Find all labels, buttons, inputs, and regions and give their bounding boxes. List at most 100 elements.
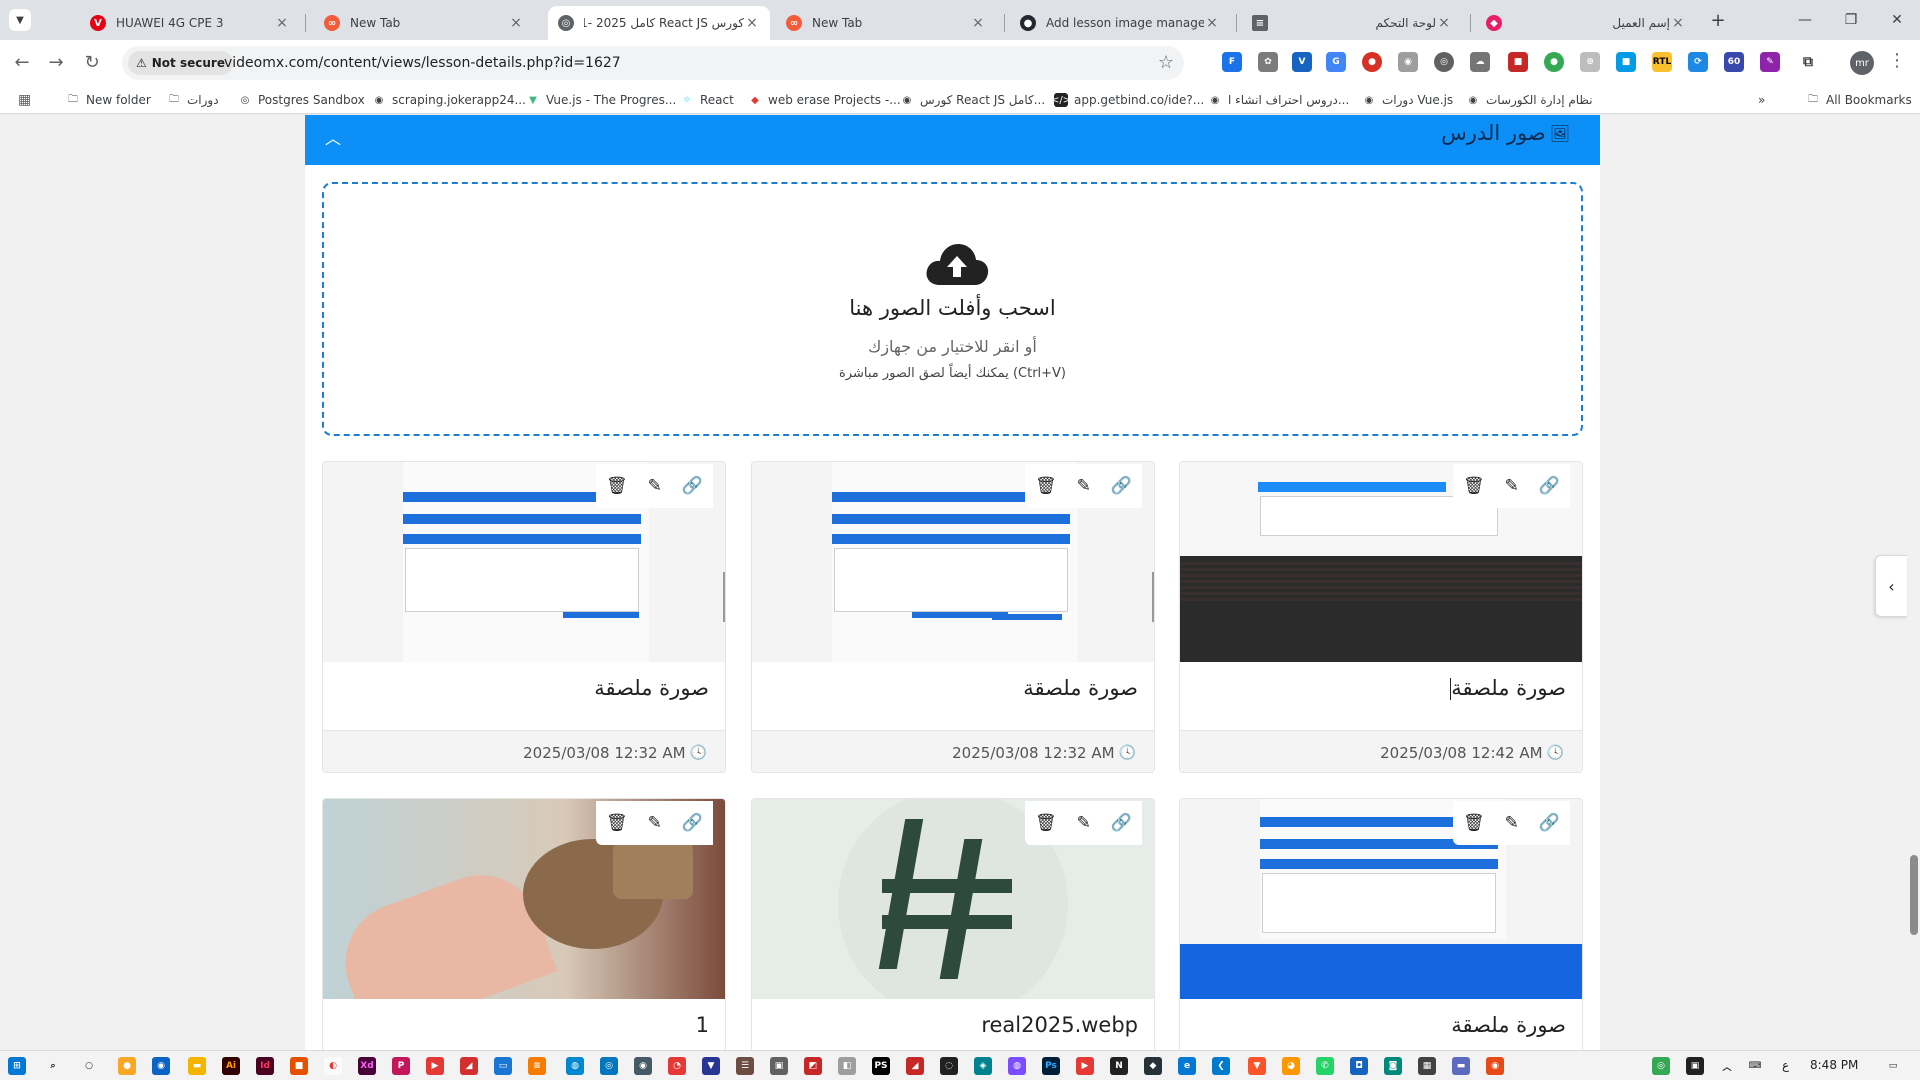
image-name[interactable]: real2025.webp [752, 1013, 1138, 1037]
close-tab-icon[interactable]: × [508, 15, 524, 31]
close-tab-icon[interactable]: × [1204, 15, 1220, 31]
app-icon[interactable]: ■ [290, 1057, 308, 1075]
edit-icon[interactable]: ✎ [1077, 476, 1091, 496]
whatsapp-icon[interactable]: ✆ [1316, 1057, 1334, 1075]
app-icon[interactable]: ◉ [1486, 1057, 1504, 1075]
pen-icon[interactable]: ✎ [1760, 52, 1780, 72]
app-icon[interactable]: ◐ [324, 1057, 342, 1075]
url-text[interactable]: videomx.com/content/views/lesson-details… [224, 55, 621, 71]
youtube-icon[interactable]: ▶ [1076, 1057, 1094, 1075]
avatar[interactable]: mr [1850, 51, 1874, 75]
forward-icon[interactable]: → [42, 49, 70, 77]
trash-icon[interactable]: 🗑 [1035, 476, 1057, 496]
app-icon[interactable]: ◩ [804, 1057, 822, 1075]
extension-icon[interactable]: ⟳ [1688, 52, 1708, 72]
edge-icon[interactable]: e [1178, 1057, 1196, 1075]
trash-icon[interactable]: 🗑 [1463, 476, 1485, 496]
new-tab-button[interactable]: + [1705, 8, 1731, 34]
tab-dashboard[interactable]: ≡ لوحة التحكم × [1242, 6, 1462, 40]
bookmark-vue-courses[interactable]: ◉ دورات Vue.js [1362, 90, 1454, 110]
input-language[interactable]: ع [1782, 1058, 1789, 1072]
bookmark-course-system[interactable]: ◉ نظام إدارة الكورسات [1466, 90, 1593, 110]
folder-icon[interactable]: ▬ [188, 1057, 206, 1075]
link-icon[interactable]: 🔗 [1111, 813, 1132, 833]
close-tab-icon[interactable]: × [274, 15, 290, 31]
image-name[interactable]: صورة ملصقة [323, 676, 709, 700]
app-icon[interactable]: ▣ [1686, 1057, 1704, 1075]
extension-icon[interactable]: ■ [1508, 52, 1528, 72]
app-icon[interactable]: ◉ [634, 1057, 652, 1075]
tab-react-course[interactable]: ◎ كورس React JS كامل 2025 -01 × [548, 6, 770, 40]
rtl-icon[interactable]: RTL [1652, 52, 1672, 72]
close-tab-icon[interactable]: × [1436, 15, 1452, 31]
app-icon[interactable]: ◘ [1350, 1057, 1368, 1075]
link-icon[interactable]: 🔗 [682, 476, 703, 496]
brave-icon[interactable]: ▼ [1248, 1057, 1266, 1075]
bookmark-vuejs[interactable]: ▼ Vue.js - The Progres... [526, 90, 676, 110]
menu-kebab-icon[interactable]: ⋮ [1888, 50, 1906, 71]
app-icon[interactable]: ◍ [566, 1057, 584, 1075]
edit-icon[interactable]: ✎ [1077, 813, 1091, 833]
app-icon[interactable]: ▶ [426, 1057, 444, 1075]
upload-dropzone[interactable]: اسحب وأفلت الصور هنا أو انقر للاختيار من… [322, 182, 1583, 436]
bookmark-new-folder[interactable]: 🗀 New folder [66, 90, 151, 110]
edit-icon[interactable]: ✎ [1505, 476, 1519, 496]
extension-icon[interactable]: ■ [1616, 52, 1636, 72]
cloud-icon[interactable]: ☁ [1470, 52, 1490, 72]
close-tab-icon[interactable]: × [744, 15, 760, 31]
image-name[interactable]: صورة ملصقة [1180, 1013, 1566, 1037]
link-icon[interactable]: 🔗 [1111, 476, 1132, 496]
phpstorm-icon[interactable]: PS [872, 1057, 890, 1075]
app-icon[interactable]: ◧ [838, 1057, 856, 1075]
keyboard-icon[interactable]: ⌨ [1746, 1057, 1764, 1075]
bookmarks-overflow[interactable]: » [1758, 90, 1765, 110]
chevron-up-icon[interactable]: ︿ [1718, 1057, 1736, 1075]
minimize-icon[interactable]: — [1782, 8, 1828, 32]
trash-icon[interactable]: 🗑 [1463, 813, 1485, 833]
tab-search-button[interactable]: ▼ [9, 9, 31, 31]
trash-icon[interactable]: 🗑 [606, 813, 628, 833]
app-icon[interactable]: ▦ [1418, 1057, 1436, 1075]
section-header[interactable]: ︿ 🖼 صور الدرس [305, 115, 1600, 165]
restore-icon[interactable]: ❐ [1828, 8, 1874, 32]
edit-icon[interactable]: ✎ [648, 813, 662, 833]
app-icon[interactable]: ◙ [1384, 1057, 1402, 1075]
tab-new-tab-2[interactable]: ∞ New Tab × [776, 6, 996, 40]
task-view-icon[interactable]: ○ [80, 1057, 98, 1075]
link-icon[interactable]: 🔗 [682, 813, 703, 833]
chevron-up-icon[interactable]: ︿ [325, 125, 341, 149]
bookmark-react-course[interactable]: ◉ كورس React JS كامل... [900, 90, 1046, 110]
app-icon[interactable]: ◆ [1144, 1057, 1162, 1075]
extension-icon[interactable]: ◎ [1434, 52, 1454, 72]
app-icon[interactable]: ≡ [528, 1057, 546, 1075]
bookmark-react[interactable]: ⚛ React [680, 90, 734, 110]
address-bar[interactable]: ⚠ Not secure videomx.com/content/views/l… [122, 46, 1184, 80]
extension-icon[interactable]: ● [1544, 52, 1564, 72]
extensions-puzzle-icon[interactable]: ⧉ [1798, 52, 1818, 72]
app-icon[interactable]: ▼ [702, 1057, 720, 1075]
scrollbar-thumb[interactable] [1910, 855, 1918, 935]
not-secure-chip[interactable]: ⚠ Not secure [128, 51, 233, 75]
bookmark-postgres[interactable]: ◎ Postgres Sandbox [238, 90, 365, 110]
close-window-icon[interactable]: ✕ [1874, 8, 1920, 32]
edit-icon[interactable]: ✎ [1505, 813, 1519, 833]
edit-icon[interactable]: ✎ [648, 476, 662, 496]
tab-client[interactable]: ◆ إسم العميل × [1476, 6, 1696, 40]
extension-icon[interactable]: ✿ [1258, 52, 1278, 72]
image-name[interactable]: صورة ملصقة [752, 676, 1138, 700]
vscode-icon[interactable]: ❮ [1212, 1057, 1230, 1075]
extension-icon[interactable]: 60 [1724, 52, 1744, 72]
messenger-icon[interactable]: ◍ [1008, 1057, 1026, 1075]
extension-icon[interactable]: ⊕ [1580, 52, 1600, 72]
bookmark-scraping[interactable]: ◉ scraping.jokerapp24... [372, 90, 526, 110]
app-icon[interactable]: N [1110, 1057, 1128, 1075]
camera-icon[interactable]: ◉ [1398, 52, 1418, 72]
app-icon[interactable]: ▬ [1452, 1057, 1470, 1075]
notifications-icon[interactable]: ▭ [1884, 1057, 1902, 1075]
close-tab-icon[interactable]: × [970, 15, 986, 31]
chrome-icon[interactable]: ◎ [1652, 1057, 1670, 1075]
app-icon[interactable]: ◈ [974, 1057, 992, 1075]
tab-github[interactable]: ● Add lesson image manageme × [1010, 6, 1230, 40]
apps-grid-icon[interactable]: ▦ [18, 92, 31, 108]
app-icon[interactable]: ▭ [494, 1057, 512, 1075]
